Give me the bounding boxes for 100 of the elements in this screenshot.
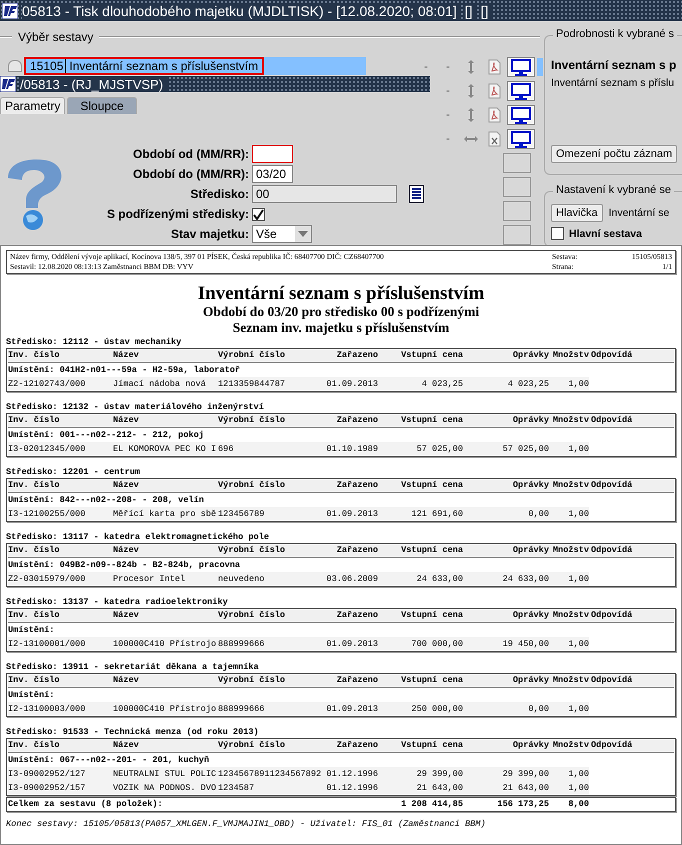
section-heading: Středisko: 13117 - katedra elektromagnetického pole (6, 532, 270, 542)
column-header: Množstv (552, 479, 589, 492)
report-description: Inventární seznam s příslu (551, 77, 676, 89)
table-cell: 1234587 (218, 781, 322, 795)
list-icon[interactable] (409, 185, 424, 203)
dropdown-arrow-icon (298, 231, 308, 237)
column-header: Množstv (552, 609, 589, 622)
group-legend: Nastavení k vybrané se (553, 184, 674, 196)
column-header: Inv. číslo (8, 739, 61, 752)
column-header: Výrobní číslo (218, 479, 286, 492)
spreadsheet-file-icon[interactable] (488, 131, 500, 147)
column-header: Výrobní číslo (218, 544, 286, 557)
table-cell: 24 633,00 (378, 572, 463, 586)
column-header: Výrobní číslo (218, 609, 286, 622)
column-header: Množstv (552, 349, 589, 362)
table-cell: 1,00 (549, 442, 589, 456)
table-cell: 01.12.1996 (322, 767, 378, 781)
column-header: Název (113, 479, 140, 492)
table-cell: 01.09.2013 (322, 637, 378, 651)
preview-button[interactable] (507, 105, 535, 125)
field-label: Období do (MM/RR): (132, 167, 250, 181)
pdf-file-icon[interactable] (488, 83, 500, 99)
table-cell: 4 023,25 (378, 377, 463, 391)
group-legend: Výběr sestavy (18, 30, 94, 44)
table-cell: 01.10.1989 (322, 442, 378, 456)
dash-mark: - (446, 133, 450, 145)
dash-mark: - (446, 61, 450, 73)
totals-label: Celkem za sestavu (8 položek): (8, 798, 164, 811)
dash-mark: - (424, 61, 428, 73)
group-legend: Podrobnosti k vybrané s (553, 28, 678, 40)
column-header: Inv. číslo (8, 479, 61, 492)
preview-button[interactable] (507, 57, 535, 77)
section-heading: Středisko: 12112 - ústav mechaniky (6, 337, 182, 347)
location-row-text: Umístění: 067---n02--201- - 201, kuchyň (8, 754, 210, 767)
table-cell: 888999666 (218, 637, 322, 651)
tab[interactable]: Parametry (0, 97, 66, 114)
scroll-up-button[interactable] (8, 60, 22, 72)
pdf-file-icon[interactable] (488, 107, 500, 123)
section-heading: Středisko: 13137 - katedra radioelektroniky (6, 597, 229, 607)
input-field[interactable]: 03/20 (252, 165, 293, 183)
location-row-text: Umístění: 001---n02--212- - 212, pokoj (8, 429, 205, 442)
checkbox-label: Hlavní sestava (569, 228, 642, 240)
dash-mark: - (446, 85, 450, 97)
section-heading: Středisko: 13911 - sekretariát děkana a tajemníka (6, 662, 260, 672)
preview-button[interactable] (507, 129, 535, 149)
column-header: Zařazeno (336, 674, 378, 687)
table-cell: 01.09.2013 (322, 702, 378, 716)
table-cell: 1213359844787 (218, 377, 322, 391)
table-cell: I2-13100001/000 (8, 637, 113, 651)
window-indicator: [] (464, 2, 477, 18)
field-label: Stav majetku: (170, 227, 250, 241)
table-cell: Jímací nádoba nová (113, 377, 218, 391)
vertical-arrows-icon[interactable] (466, 59, 476, 75)
preview-button[interactable] (507, 81, 535, 101)
table-cell: 700 000,00 (378, 637, 463, 651)
input-field[interactable]: 00 (252, 185, 397, 203)
table-cell: 123456789 (218, 507, 322, 521)
column-header: Inv. číslo (8, 349, 61, 362)
input-field[interactable] (252, 145, 293, 163)
monitor-icon (511, 58, 531, 76)
table-cell: NEUTRALNI STUL POLIC (113, 767, 218, 781)
vertical-arrows-icon[interactable] (466, 107, 476, 123)
column-header: Inv. číslo (8, 544, 61, 557)
section-heading: Středisko: 91533 - Technická menza (od roku 2013) (6, 727, 260, 737)
table-cell: VOZIK NA PODNOS. DVO (113, 781, 218, 795)
checkbox[interactable] (551, 227, 564, 240)
tab[interactable]: Sloupce (67, 97, 137, 114)
dash-mark: - (446, 109, 450, 121)
table-cell: Procesor Intel (113, 572, 218, 586)
column-header: Oprávky (512, 674, 549, 687)
table-cell: 24 633,00 (463, 572, 549, 586)
header-button[interactable]: Hlavička (551, 204, 603, 222)
column-header: Zařazeno (336, 739, 378, 752)
column-header: Oprávky (512, 739, 549, 752)
table-cell: 1,00 (549, 572, 589, 586)
horizontal-arrows-icon[interactable] (463, 134, 479, 144)
column-header: Zařazeno (336, 544, 378, 557)
total-value: 1 208 414,85 (400, 798, 463, 811)
table-cell: I3-02012345/000 (8, 442, 113, 456)
checkbox[interactable] (252, 208, 265, 220)
dropdown[interactable]: Vše (252, 225, 312, 243)
table-cell: I3-09002952/127 (8, 767, 113, 781)
report-code: 15105 (30, 59, 66, 73)
column-header: Název (113, 674, 140, 687)
vertical-arrows-icon[interactable] (466, 83, 476, 99)
pdf-file-icon[interactable] (488, 59, 500, 75)
column-header: Výrobní číslo (218, 674, 286, 687)
column-header: Vstupní cena (400, 674, 463, 687)
location-row-text: Umístění: 049B2-n09--824b - B2-824b, pracovna (8, 559, 242, 572)
column-header: Výrobní číslo (218, 414, 286, 427)
table-cell: Z2-03015979/000 (8, 572, 113, 586)
table-cell: 29 399,00 (463, 767, 549, 781)
column-header: Vstupní cena (400, 739, 463, 752)
report-list-item[interactable]: 15105 Inventární seznam s příslušenstvím (24, 57, 366, 75)
column-header: Oprávky (512, 544, 549, 557)
monitor-icon (511, 130, 531, 148)
section-heading: Středisko: 12132 - ústav materiálového inženýrství (6, 402, 265, 412)
location-row-text: Umístění: (8, 624, 56, 637)
limit-records-button[interactable]: Omezení počtu záznam (551, 145, 678, 163)
app-logo-icon (0, 76, 16, 92)
